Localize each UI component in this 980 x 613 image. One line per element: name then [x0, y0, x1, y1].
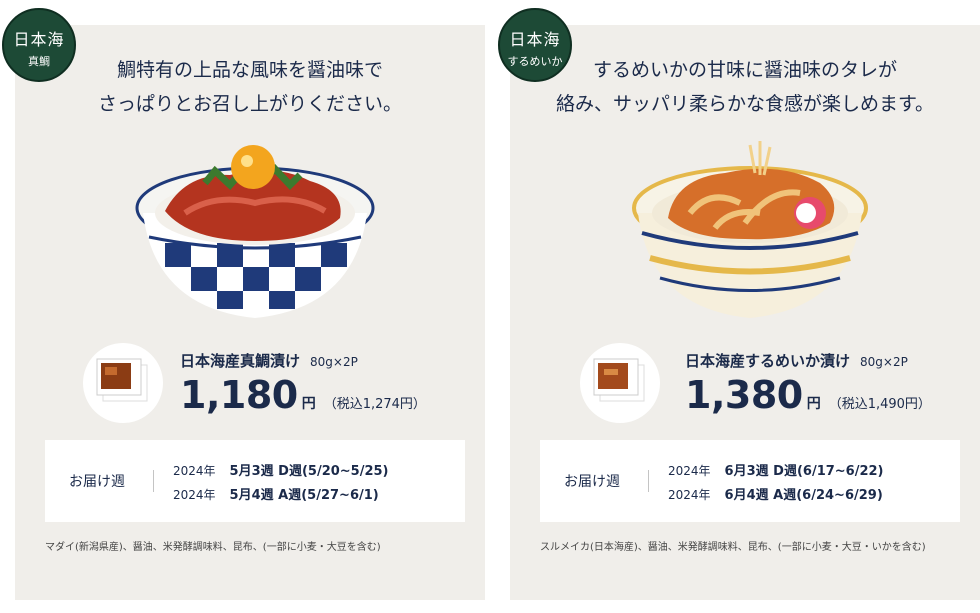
delivery-year: 2024年 [173, 488, 216, 502]
product-name: 日本海産するめいか漬け 80g×2P [685, 350, 908, 371]
delivery-week: 6月4週 A週(6/24~6/29) [724, 488, 883, 503]
delivery-box: お届け週 2024年 5月3週 D週(5/20~5/25) 2024年 5月4週 A… [45, 440, 465, 522]
headline-line2: さっぱりとお召し上がりください。 [97, 93, 402, 115]
delivery-week: 5月3週 D週(5/20~5/25) [229, 464, 389, 479]
product-name: 日本海産真鯛漬け 80g×2P [180, 350, 358, 371]
badge-line1: 日本海 [13, 30, 65, 49]
delivery-week: 6月3週 D週(6/17~6/22) [724, 464, 884, 479]
price-value: 1,180 [180, 373, 298, 417]
headline-line2: 絡み、サッパリ柔らかな食感が楽しめます。 [555, 93, 935, 115]
product-headline: 鯛特有の上品な風味を醤油味で さっぱりとお召し上がりください。 [15, 53, 485, 121]
delivery-box: お届け週 2024年 6月3週 D週(6/17~6/22) 2024年 6月4週 A… [540, 440, 960, 522]
price-row: 1,380 円 （税込1,490円） [685, 373, 931, 417]
delivery-label: お届け週 [564, 474, 620, 490]
product-headline: するめいかの甘味に醤油味のタレが 絡み、サッパリ柔らかな食感が楽しめます。 [510, 53, 980, 121]
delivery-week: 5月4週 A週(5/27~6/1) [229, 488, 379, 503]
price-currency: 円 [806, 396, 821, 412]
product-quantity: 80g×2P [310, 355, 358, 369]
badge-line2: するめいか [507, 55, 563, 68]
badge-line2: 真鯛 [28, 55, 50, 68]
ingredients-text: スルメイカ(日本海産)、醤油、米発酵調味料、昆布、(一部に小麦・大豆・いかを含む… [540, 542, 926, 553]
headline-line1: するめいかの甘味に醤油味のタレが [592, 59, 897, 81]
badge-surumeika: 日本海 するめいか [498, 8, 572, 82]
delivery-year: 2024年 [668, 464, 711, 478]
product-quantity: 80g×2P [860, 355, 908, 369]
delivery-year: 2024年 [668, 488, 711, 502]
badge-madai: 日本海 真鯛 [2, 8, 76, 82]
delivery-row: 2024年 6月3週 D週(6/17~6/22) [668, 460, 884, 479]
delivery-year: 2024年 [173, 464, 216, 478]
delivery-label: お届け週 [69, 474, 125, 490]
delivery-divider [648, 470, 649, 492]
bowl-image [135, 133, 375, 323]
price-tax-included: （税込1,490円） [828, 397, 931, 412]
delivery-row: 2024年 5月4週 A週(5/27~6/1) [173, 484, 379, 503]
price-value: 1,380 [685, 373, 803, 417]
package-image [83, 343, 163, 423]
price-row: 1,180 円 （税込1,274円） [180, 373, 426, 417]
product-name-text: 日本海産真鯛漬け [180, 352, 301, 370]
product-card-surumeika: するめいかの甘味に醤油味のタレが 絡み、サッパリ柔らかな食感が楽しめます。 日本… [510, 25, 980, 600]
price-currency: 円 [301, 396, 316, 412]
product-card-madai: 鯛特有の上品な風味を醤油味で さっぱりとお召し上がりください。 日本海産真鯛漬け… [15, 25, 485, 600]
headline-line1: 鯛特有の上品な風味を醤油味で [116, 59, 383, 81]
package-image [580, 343, 660, 423]
delivery-row: 2024年 5月3週 D週(5/20~5/25) [173, 460, 389, 479]
delivery-row: 2024年 6月4週 A週(6/24~6/29) [668, 484, 883, 503]
badge-line1: 日本海 [509, 30, 561, 49]
price-tax-included: （税込1,274円） [323, 397, 426, 412]
ingredients-text: マダイ(新潟県産)、醤油、米発酵調味料、昆布、(一部に小麦・大豆を含む) [45, 542, 381, 553]
product-name-text: 日本海産するめいか漬け [685, 352, 851, 370]
bowl-image [630, 133, 870, 323]
delivery-divider [153, 470, 154, 492]
